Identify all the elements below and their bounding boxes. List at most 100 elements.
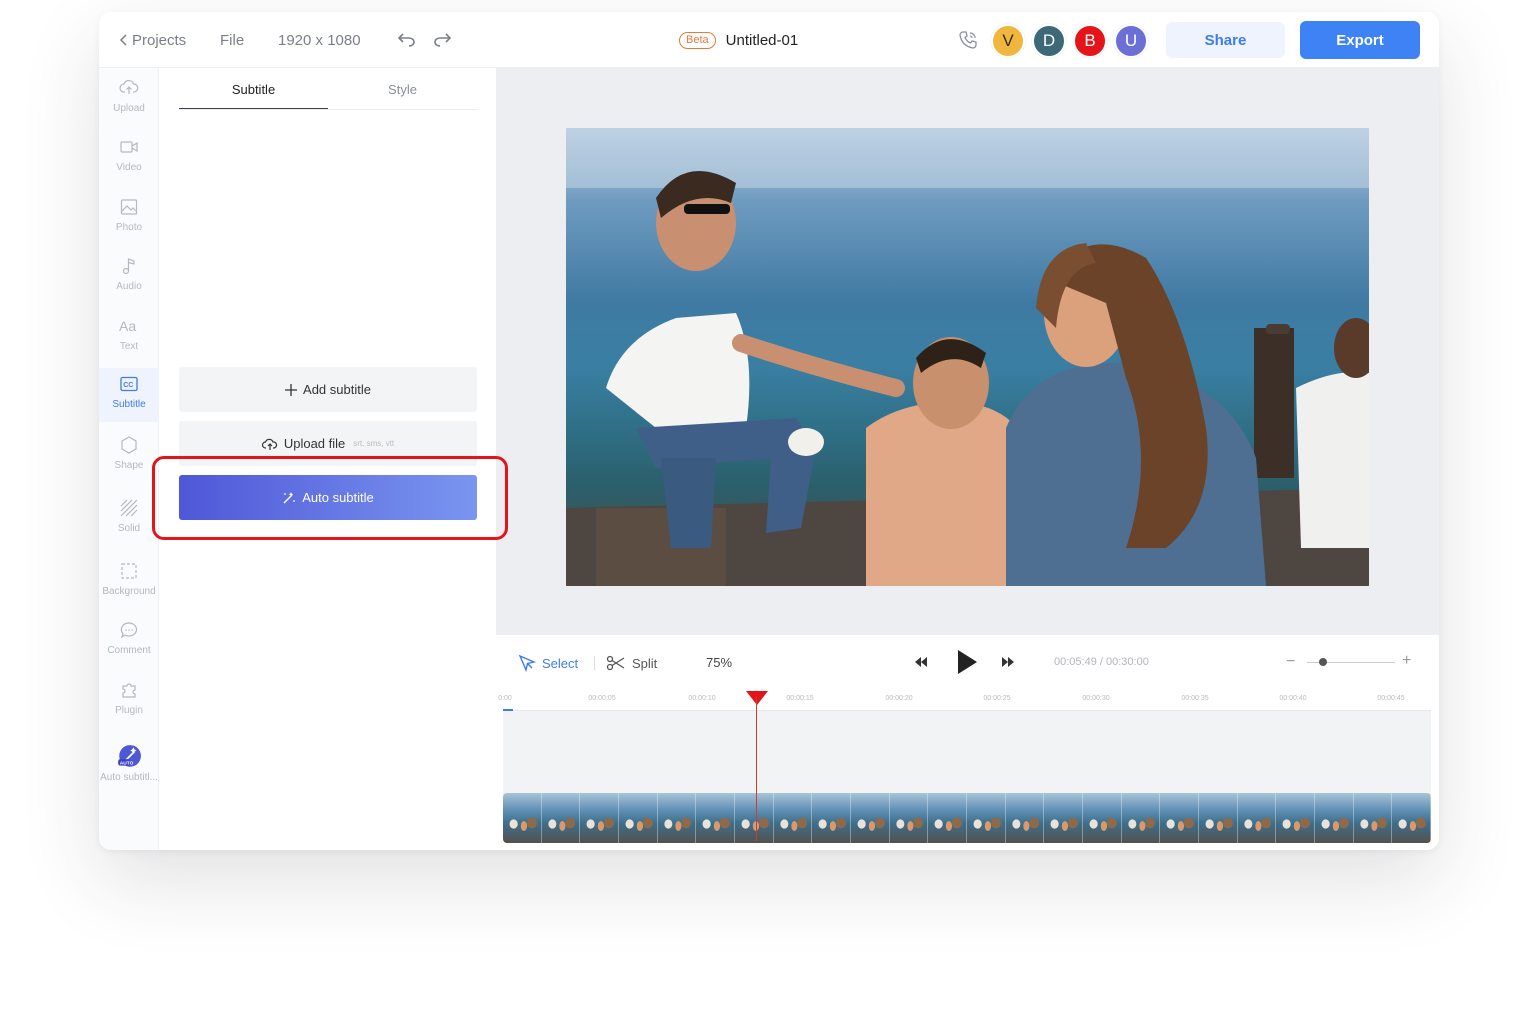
ruler-tick-label: 00:00:20 <box>885 695 913 702</box>
add-subtitle-button[interactable]: Add subtitle <box>179 367 477 412</box>
ruler-tick-label: 00:00:35 <box>1181 695 1209 702</box>
rewind-icon <box>915 657 927 667</box>
sidebar-item-label: Video <box>116 162 142 173</box>
filmstrip-frame <box>928 793 968 843</box>
sidebar-item-comment[interactable]: Comment <box>99 614 159 668</box>
video-camera-icon <box>120 141 138 153</box>
auto-magic-icon: AUTO <box>118 745 141 767</box>
play-button[interactable] <box>956 649 978 680</box>
top-bar: Projects File 1920 x 1080 Beta Untitled-… <box>99 12 1439 68</box>
time-ruler[interactable]: 0:00 00:00:05 00:00:10 00:00:15 00:00:20… <box>498 691 1431 711</box>
phone-icon <box>959 31 977 49</box>
sidebar-item-label: Text <box>119 341 139 352</box>
tab-divider <box>179 109 477 110</box>
toolbar-divider <box>594 656 595 670</box>
filmstrip-frame <box>889 793 929 843</box>
scissors-icon <box>606 655 625 671</box>
filmstrip-frame <box>1005 793 1045 843</box>
video-clip-filmstrip[interactable] <box>503 793 1431 843</box>
select-tool-button[interactable]: Select <box>518 653 578 673</box>
split-tool-button[interactable]: Split <box>606 653 657 673</box>
filmstrip-frame <box>1044 793 1084 843</box>
video-frame-image <box>566 128 1369 586</box>
sidebar-item-solid[interactable]: Solid <box>99 492 159 546</box>
cc-icon: CC <box>120 376 138 392</box>
video-preview[interactable] <box>566 128 1369 586</box>
preview-stage <box>496 68 1439 634</box>
document-title[interactable]: Untitled-01 <box>726 32 799 49</box>
image-icon <box>120 199 138 215</box>
collaborator-avatar[interactable]: V <box>991 24 1025 58</box>
zoom-level[interactable]: 75% <box>706 655 732 670</box>
zoom-slider-thumb[interactable] <box>1318 658 1327 666</box>
share-button[interactable]: Share <box>1166 22 1285 58</box>
ruler-tick-label: 00:00:30 <box>1082 695 1110 702</box>
track-area[interactable] <box>503 711 1431 843</box>
tab-style[interactable]: Style <box>328 82 477 110</box>
filmstrip-frame <box>657 793 697 843</box>
collaborator-avatar[interactable]: D <box>1032 24 1066 58</box>
add-subtitle-label: Add subtitle <box>303 382 371 397</box>
hexagon-icon <box>121 436 137 454</box>
sidebar-item-label: Upload <box>113 103 145 114</box>
fast-forward-icon <box>1002 657 1014 667</box>
file-menu[interactable]: File <box>220 12 244 68</box>
ruler-tick-label: 00:00:10 <box>688 695 716 702</box>
filmstrip-frame <box>580 793 620 843</box>
svg-text:CC: CC <box>123 382 133 389</box>
filmstrip-frame <box>696 793 736 843</box>
call-button[interactable] <box>957 12 979 68</box>
sidebar-item-plugin[interactable]: Plugin <box>99 674 159 728</box>
filmstrip-frame <box>967 793 1006 843</box>
redo-icon <box>434 33 452 47</box>
tool-sidebar: Upload Video Photo Audio Aa Text CC Subt… <box>99 68 159 850</box>
back-to-projects-link[interactable]: Projects <box>119 12 186 68</box>
sidebar-item-label: Comment <box>107 645 151 656</box>
collaborator-avatar[interactable]: B <box>1073 24 1107 58</box>
filmstrip-frame <box>1160 793 1200 843</box>
sidebar-item-photo[interactable]: Photo <box>99 191 159 245</box>
highlight-annotation <box>152 456 508 540</box>
fast-forward-button[interactable] <box>1001 655 1015 673</box>
chevron-left-icon <box>119 34 127 46</box>
sidebar-item-upload[interactable]: Upload <box>99 72 159 126</box>
sidebar-item-audio[interactable]: Audio <box>99 250 159 304</box>
svg-text:Aa: Aa <box>119 318 136 334</box>
ruler-tick-label: 00:00:05 <box>588 695 616 702</box>
chat-bubble-icon <box>120 622 138 639</box>
editor-window: Projects File 1920 x 1080 Beta Untitled-… <box>99 12 1439 850</box>
cursor-arrow-icon <box>518 654 536 672</box>
filmstrip-frame <box>619 793 658 843</box>
zoom-out-button[interactable]: − <box>1286 653 1295 671</box>
canvas-resolution[interactable]: 1920 x 1080 <box>278 12 361 68</box>
plus-icon <box>285 383 298 396</box>
sidebar-item-shape[interactable]: Shape <box>99 429 159 483</box>
sidebar-item-label: Photo <box>115 222 143 233</box>
sidebar-item-subtitle[interactable]: CC Subtitle <box>99 368 159 422</box>
stripes-icon <box>120 499 138 517</box>
puzzle-icon <box>122 683 136 698</box>
playhead[interactable] <box>746 691 768 841</box>
music-note-icon <box>122 258 135 275</box>
sidebar-item-video[interactable]: Video <box>99 131 159 185</box>
tab-subtitle[interactable]: Subtitle <box>179 82 328 110</box>
collaborator-avatar[interactable]: U <box>1114 24 1148 58</box>
undo-button[interactable] <box>394 12 418 68</box>
export-button[interactable]: Export <box>1300 21 1420 59</box>
sidebar-item-auto-subtitle[interactable]: AUTO Auto subtitl... <box>99 738 159 792</box>
ruler-tick-label: 00:00:45 <box>1377 695 1405 702</box>
zoom-in-button[interactable]: + <box>1402 652 1411 670</box>
sidebar-item-text[interactable]: Aa Text <box>99 310 159 364</box>
upload-file-label: Upload file <box>283 436 346 451</box>
dashed-square-icon <box>121 563 137 579</box>
filmstrip-frame <box>851 793 890 843</box>
ruler-tick-label: 00:00:25 <box>983 695 1011 702</box>
filmstrip-frame <box>503 793 542 843</box>
cloud-upload-icon <box>261 438 277 450</box>
rewind-button[interactable] <box>914 655 928 673</box>
playback-time: 00:05:49 / 00:30:00 <box>1054 656 1149 668</box>
cloud-upload-icon <box>119 80 139 94</box>
redo-button[interactable] <box>431 12 455 68</box>
sidebar-item-background[interactable]: Background <box>99 555 159 609</box>
filmstrip-frame <box>1237 793 1277 843</box>
